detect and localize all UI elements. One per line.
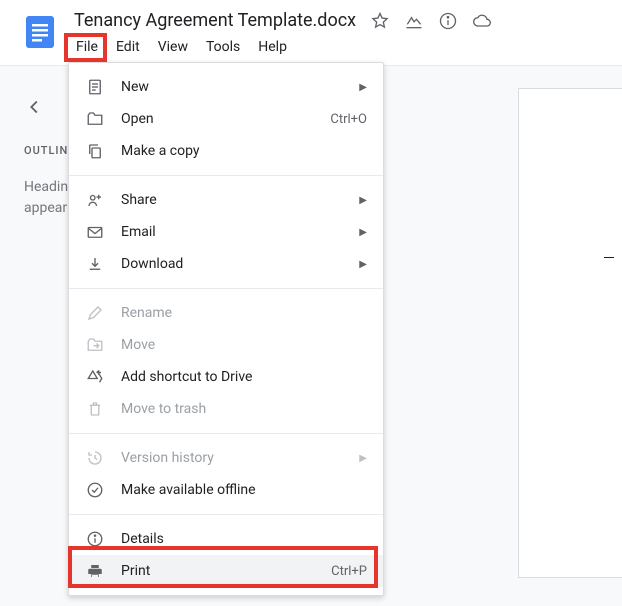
menu-label: Rename [121,305,367,321]
menu-item-download[interactable]: Download ▶ [69,248,383,280]
star-icon[interactable] [370,11,390,31]
drive-shortcut-icon [85,368,105,386]
submenu-arrow-icon: ▶ [359,82,367,93]
menu-item-open[interactable]: Open Ctrl+O [69,103,383,135]
info-icon [85,530,105,548]
menu-item-move: Move [69,329,383,361]
menu-item-share[interactable]: Share ▶ [69,184,383,216]
document-icon [85,78,105,96]
menu-separator [69,175,383,176]
shortcut-label: Ctrl+P [331,564,367,579]
menu-label: Email [121,224,359,240]
info-icon[interactable] [438,11,458,31]
trash-icon [85,400,105,418]
docs-logo[interactable] [20,12,60,52]
title-area: Tenancy Agreement Template.docx File Edi… [74,8,622,59]
move-icon [85,336,105,354]
submenu-arrow-icon: ▶ [359,227,367,238]
print-icon [85,562,105,580]
menu-file[interactable]: File [68,35,106,59]
pencil-icon [85,304,105,322]
menu-label: Share [121,192,359,208]
menu-label: Add shortcut to Drive [121,369,367,385]
menu-separator [69,514,383,515]
menu-help[interactable]: Help [250,35,295,59]
menu-item-offline[interactable]: Make available offline [69,474,383,506]
cursor-mark [604,257,614,258]
shortcut-label: Ctrl+O [330,112,367,127]
copy-icon [85,142,105,160]
menu-label: Print [121,563,331,579]
document-page[interactable] [518,88,622,578]
submenu-arrow-icon: ▶ [359,195,367,206]
offline-icon [85,481,105,499]
menubar: File Edit View Tools Help [68,35,622,59]
cloud-icon[interactable] [472,11,492,31]
menu-label: Move to trash [121,401,367,417]
menu-label: Make available offline [121,482,367,498]
submenu-arrow-icon: ▶ [359,453,367,464]
document-title[interactable]: Tenancy Agreement Template.docx [74,10,356,31]
menu-view[interactable]: View [150,35,196,59]
menu-item-version-history: Version history ▶ [69,442,383,474]
menu-separator [69,288,383,289]
download-icon [85,255,105,273]
menu-item-email[interactable]: Email ▶ [69,216,383,248]
menu-item-make-copy[interactable]: Make a copy [69,135,383,167]
menu-item-new[interactable]: New ▶ [69,71,383,103]
outline-sidebar: OUTLIN Headin appear [0,66,64,606]
back-arrow-icon[interactable] [24,96,64,122]
share-icon [85,191,105,209]
menu-item-details[interactable]: Details [69,523,383,555]
history-icon [85,449,105,467]
header: Tenancy Agreement Template.docx File Edi… [0,0,622,59]
menu-label: Version history [121,450,359,466]
menu-edit[interactable]: Edit [108,35,148,59]
folder-icon [85,110,105,128]
menu-item-print[interactable]: Print Ctrl+P [69,555,383,587]
menu-item-add-shortcut[interactable]: Add shortcut to Drive [69,361,383,393]
submenu-arrow-icon: ▶ [359,259,367,270]
menu-label: Open [121,111,330,127]
menu-tools[interactable]: Tools [198,35,248,59]
menu-item-trash: Move to trash [69,393,383,425]
outline-label: OUTLIN [24,144,64,157]
menu-item-rename: Rename [69,297,383,329]
menu-label: Download [121,256,359,272]
menu-label: Details [121,531,367,547]
menu-label: Move [121,337,367,353]
outline-hint: Headin appear [24,177,64,219]
activity-icon[interactable] [404,11,424,31]
file-menu-dropdown: New ▶ Open Ctrl+O Make a copy Share ▶ Em… [68,62,384,596]
menu-label: New [121,79,359,95]
menu-label: Make a copy [121,143,367,159]
menu-separator [69,433,383,434]
email-icon [85,223,105,241]
